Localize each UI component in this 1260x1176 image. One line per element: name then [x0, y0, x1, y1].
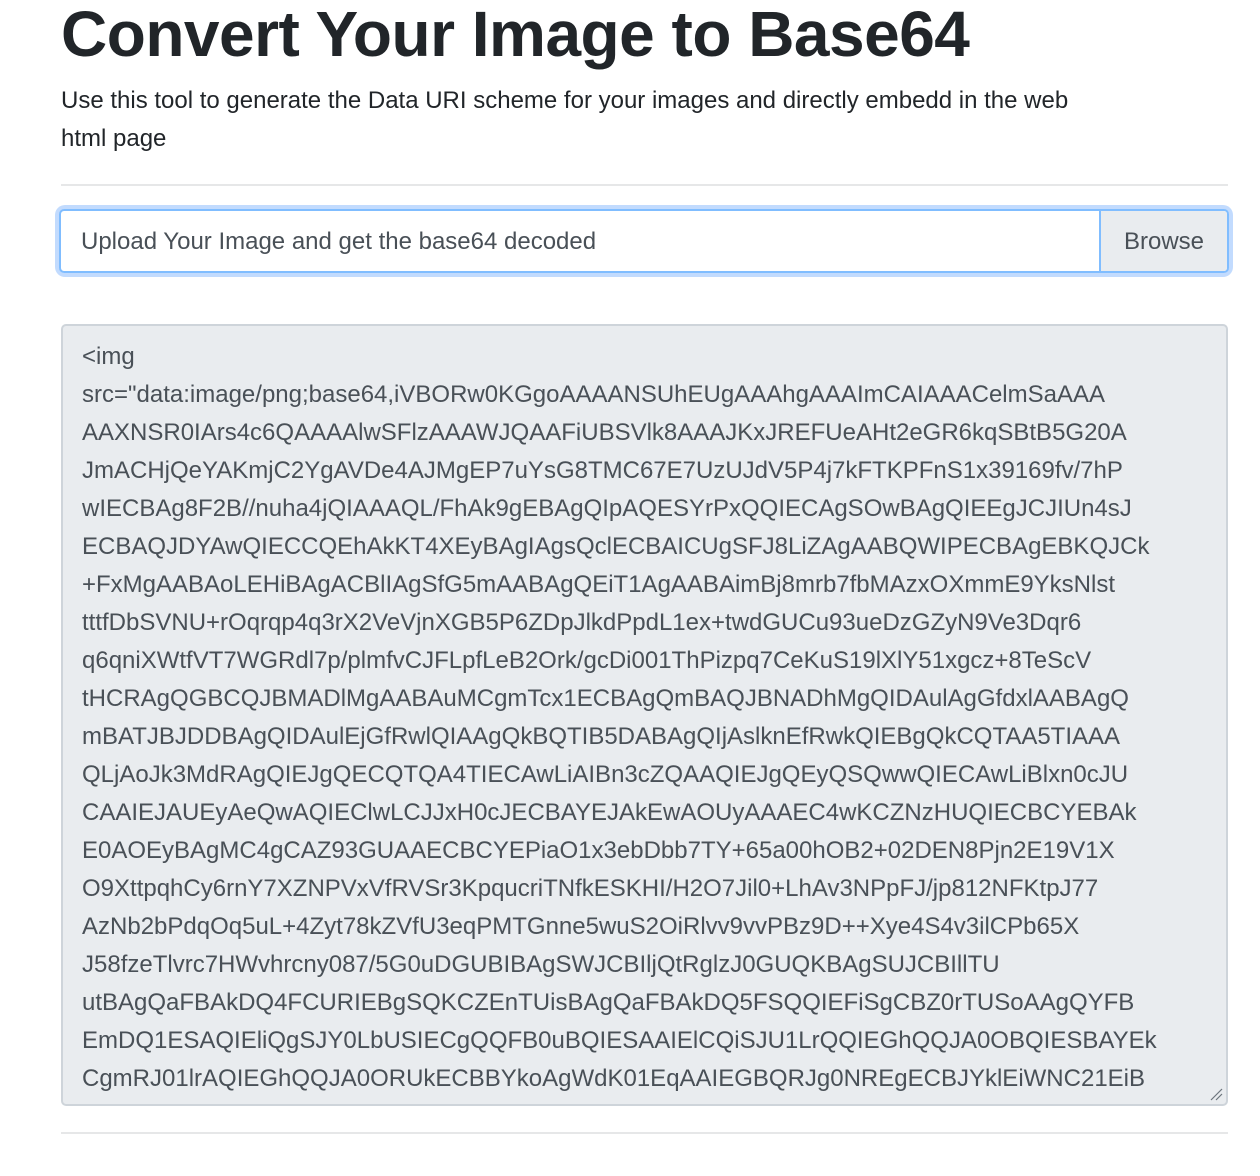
- divider-top: [61, 184, 1228, 186]
- page-description: Use this tool to generate the Data URI s…: [61, 87, 1069, 152]
- image-upload-field[interactable]: Upload Your Image and get the base64 dec…: [59, 209, 1229, 273]
- file-input-label: Upload Your Image and get the base64 dec…: [81, 228, 597, 255]
- file-input[interactable]: Upload Your Image and get the base64 dec…: [59, 209, 1229, 273]
- base64-output-text: <img src="data:image/png;base64,iVBORw0K…: [82, 343, 1157, 1092]
- resize-handle-icon[interactable]: [1209, 1087, 1223, 1101]
- divider-bottom: [61, 1132, 1228, 1134]
- base64-output-textarea[interactable]: <img src="data:image/png;base64,iVBORw0K…: [61, 324, 1228, 1106]
- page-title: Convert Your Image to Base64: [61, 0, 970, 70]
- browse-button[interactable]: Browse: [1099, 211, 1227, 271]
